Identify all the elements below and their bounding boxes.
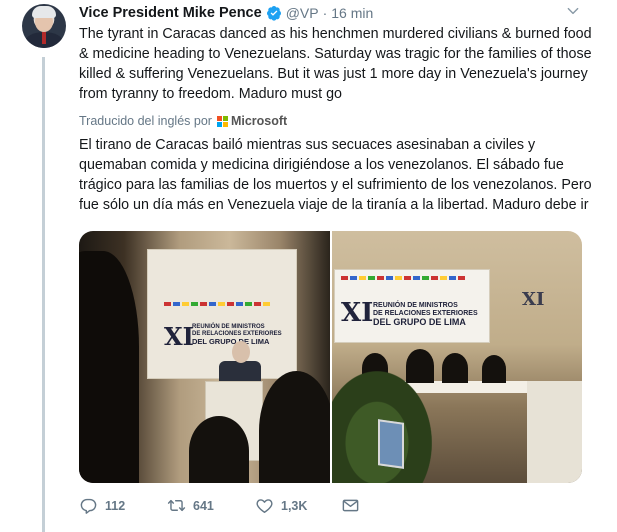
author-name[interactable]: Vice President Mike Pence <box>79 5 262 21</box>
banner-line3: DEL GRUPO DE LIMA <box>192 337 270 346</box>
side-table <box>527 381 582 483</box>
avatar[interactable] <box>22 4 66 48</box>
delegate-3 <box>442 353 468 383</box>
screen-line1: REUNIÓN DE MINISTROS <box>373 302 458 309</box>
microsoft-logo-icon <box>216 115 228 127</box>
author-handle[interactable]: @VP <box>286 5 319 21</box>
screen-line3: DEL GRUPO DE LIMA <box>373 317 466 327</box>
flags-row-right <box>341 276 465 280</box>
chevron-down-icon[interactable] <box>566 4 580 18</box>
banner-line1: REUNIÓN DE MINISTROS <box>192 324 265 330</box>
foreground-silhouette <box>79 251 139 483</box>
screen-banner: XI REUNIÓN DE MINISTROS DE RELACIONES EX… <box>334 269 490 343</box>
verified-badge-icon <box>266 6 281 21</box>
retweet-count: 641 <box>193 498 214 513</box>
media-grid: XI REUNIÓN DE MINISTROS DE RELACIONES EX… <box>79 231 582 483</box>
banner-numeral: XI <box>164 322 194 351</box>
tweet-text: The tyrant in Caracas danced as his henc… <box>79 26 592 102</box>
tweet-header: Vice President Mike Pence @VP · 16 min <box>79 4 373 22</box>
photo-left[interactable]: XI REUNIÓN DE MINISTROS DE RELACIONES EX… <box>79 231 330 483</box>
translated-by: Traducido del inglés por Microsoft <box>79 114 287 128</box>
reply-icon <box>80 498 97 514</box>
heart-icon <box>256 499 273 513</box>
timestamp[interactable]: 16 min <box>331 5 373 21</box>
audience-silhouette-2 <box>259 371 330 483</box>
like-count: 1,3K <box>281 498 308 513</box>
translation-text: El tirano de Caracas bailó mientras sus … <box>79 137 592 213</box>
like-button[interactable]: 1,3K <box>255 496 341 515</box>
delegate-4 <box>482 355 506 383</box>
avatar-tie <box>42 32 46 44</box>
action-bar: 112 641 1,3K <box>79 496 360 515</box>
audience-silhouette-1 <box>189 416 249 483</box>
screen-numeral: XI <box>341 298 374 328</box>
speaker-head <box>232 341 250 363</box>
translated-label: Traducido del inglés por <box>79 114 212 128</box>
thread-line <box>42 57 45 532</box>
retweet-button[interactable]: 641 <box>167 496 255 515</box>
laptop-screen <box>378 419 404 469</box>
photo-right[interactable]: XI REUNIÓN DE MINISTROS DE RELACIONES EX… <box>332 231 582 483</box>
avatar-hair <box>32 6 56 18</box>
conference-banner: XI REUNIÓN DE MINISTROS DE RELACIONES EX… <box>147 249 297 379</box>
reply-button[interactable]: 112 <box>79 496 167 515</box>
separator-dot: · <box>322 5 328 21</box>
flags-row <box>164 302 270 306</box>
reply-count: 112 <box>105 498 126 513</box>
retweet-icon <box>167 499 186 512</box>
translator-name: Microsoft <box>230 114 288 128</box>
wall-numeral: XI <box>522 289 545 310</box>
direct-message-button[interactable] <box>341 496 360 515</box>
envelope-icon <box>342 499 359 512</box>
